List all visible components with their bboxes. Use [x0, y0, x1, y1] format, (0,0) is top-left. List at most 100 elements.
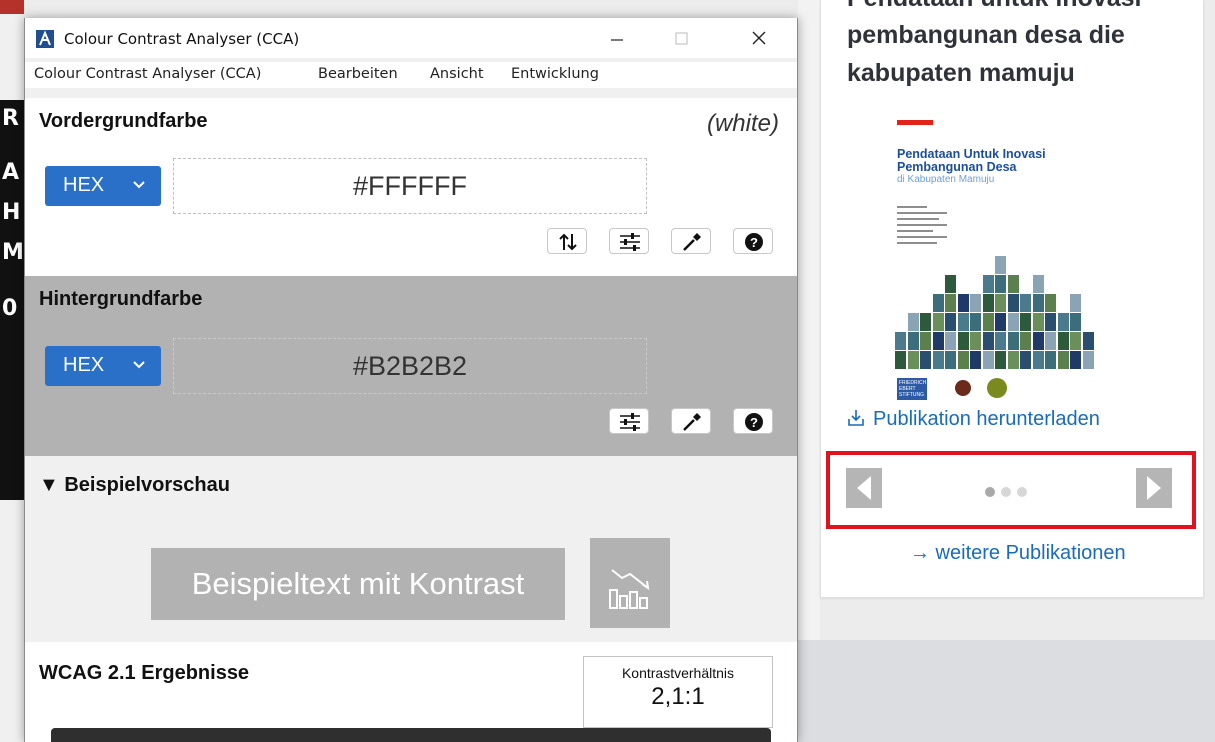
carousel-dot[interactable] [1001, 487, 1011, 497]
foreground-hex-input[interactable]: #FFFFFF [173, 158, 647, 214]
contrast-ratio-value: 2,1:1 [651, 683, 705, 710]
cover-grid-tile [932, 313, 944, 331]
results-title: WCAG 2.1 Ergebnisse [39, 662, 250, 684]
foreground-help-button[interactable]: ? [733, 228, 773, 254]
cover-grid-tile [895, 332, 906, 350]
cover-grid-tile [1070, 332, 1081, 350]
cover-grid-tile [970, 351, 981, 369]
background-sliders-button[interactable] [609, 408, 649, 434]
cover-grid-tile [1070, 294, 1081, 312]
publication-title-cut: Pendataan untuk inovasi [847, 0, 1142, 13]
cover-grid-tile [1057, 332, 1069, 350]
window-title: Colour Contrast Analyser (CCA) [64, 30, 300, 48]
minimize-button[interactable] [595, 26, 639, 52]
background-eyedropper-button[interactable] [671, 408, 711, 434]
close-icon [752, 31, 766, 45]
maximize-icon [675, 32, 688, 45]
cover-grid-tile [1057, 351, 1069, 369]
foreground-sliders-button[interactable] [609, 228, 649, 254]
cover-red-bar [897, 120, 933, 125]
cover-grid-tile [995, 313, 1006, 331]
chevron-down-icon [133, 181, 145, 189]
cover-grid-tile [957, 294, 969, 312]
preview-toggle[interactable]: ▼ Beispielvorschau [39, 474, 230, 497]
menu-app[interactable]: Colour Contrast Analyser (CCA) [34, 66, 261, 82]
publication-title[interactable]: pembangunan desa die kabupaten mamuju [847, 16, 1187, 92]
page-lower-panel [798, 640, 1215, 742]
chart-button[interactable] [590, 538, 670, 628]
cover-grid-tile [995, 275, 1006, 293]
carousel-dots[interactable] [985, 484, 1033, 497]
cover-grid-tile [945, 332, 956, 350]
contrast-ratio-box: Kontrastverhältnis 2,1:1 [583, 656, 773, 728]
cover-grid-tile [1045, 351, 1056, 369]
maximize-button[interactable] [659, 26, 703, 52]
title-bar[interactable]: Colour Contrast Analyser (CCA) [25, 18, 797, 58]
background-format-select[interactable]: HEX [45, 346, 161, 386]
help-icon: ? [745, 413, 763, 431]
cover-grid-tile [920, 313, 931, 331]
foreground-eyedropper-button[interactable] [671, 228, 711, 254]
cover-grid-tile [907, 332, 919, 350]
cover-grid-tile [907, 351, 919, 369]
cover-grid-tile [957, 351, 969, 369]
left-red-accent [0, 0, 24, 14]
cover-grid-tile [932, 332, 944, 350]
swap-colors-button[interactable] [547, 228, 587, 254]
cover-grid-tile [1007, 294, 1019, 312]
cover-grid-tile [1032, 313, 1044, 331]
sliders-icon [620, 233, 640, 251]
cover-grid-tile [982, 313, 994, 331]
cover-grid-tile [932, 351, 944, 369]
cover-grid-tile [1020, 332, 1031, 350]
background-title: Hintergrundfarbe [39, 288, 203, 310]
cover-grid-tile [995, 351, 1006, 369]
cover-grid-tile [932, 294, 944, 312]
cover-grid-tile [1032, 275, 1044, 293]
more-publications-link[interactable]: → weitere Publikationen [910, 542, 1126, 565]
close-button[interactable] [737, 26, 781, 52]
eyedropper-icon [683, 413, 701, 431]
chevron-right-icon [1147, 476, 1161, 500]
background-help-button[interactable]: ? [733, 408, 773, 434]
cover-subtitle: di Kabupaten Mamuju [897, 174, 995, 185]
cover-grid-tile [970, 294, 981, 312]
results-section: WCAG 2.1 Ergebnisse Kontrastverhältnis 2… [25, 642, 797, 742]
carousel-dot[interactable] [985, 487, 995, 497]
sample-text-preview: Beispieltext mit Kontrast [151, 548, 565, 620]
menu-entwicklung[interactable]: Entwicklung [511, 66, 599, 82]
background-format-value: HEX [63, 354, 105, 376]
download-publication-link[interactable]: Publikation herunterladen [847, 408, 1100, 431]
cover-grid-tile [1007, 351, 1019, 369]
carousel-dot[interactable] [1017, 487, 1027, 497]
menu-bearbeiten[interactable]: Bearbeiten [318, 66, 398, 82]
minimize-icon [611, 39, 623, 41]
download-link-label: Publikation herunterladen [873, 408, 1100, 430]
foreground-format-select[interactable]: HEX [45, 166, 161, 206]
chevron-down-icon [133, 361, 145, 369]
page-gutter [798, 0, 820, 742]
menu-ansicht[interactable]: Ansicht [430, 66, 484, 82]
eyedropper-icon [683, 233, 701, 251]
cover-grid-tile [1020, 351, 1031, 369]
contrast-ratio-label: Kontrastverhältnis [621, 665, 735, 681]
chevron-left-icon [857, 476, 871, 500]
cover-grid-tile [982, 275, 994, 293]
carousel-prev-button[interactable] [846, 468, 882, 508]
cover-grid-tile [995, 294, 1006, 312]
cover-grid-tile [970, 332, 981, 350]
cover-title: Pendataan Untuk Inovasi Pembangunan Desa [897, 147, 1046, 174]
cover-grid-tile [1032, 332, 1044, 350]
cover-grid-tile [1070, 351, 1081, 369]
carousel-next-button[interactable] [1136, 468, 1172, 508]
cover-grid-tile [1057, 313, 1069, 331]
cover-grid-tile [1082, 351, 1094, 369]
publication-cover[interactable]: Pendataan Untuk Inovasi Pembangunan Desa… [857, 114, 1117, 410]
cover-grid-tile [1045, 332, 1056, 350]
foreground-title: Vordergrundfarbe [39, 110, 208, 132]
cover-grid-tile [1082, 332, 1094, 350]
background-hex-input[interactable]: #B2B2B2 [173, 338, 647, 394]
cover-grid-tile [1045, 313, 1056, 331]
cover-photo-grid [895, 234, 1095, 370]
cover-grid-tile [920, 351, 931, 369]
